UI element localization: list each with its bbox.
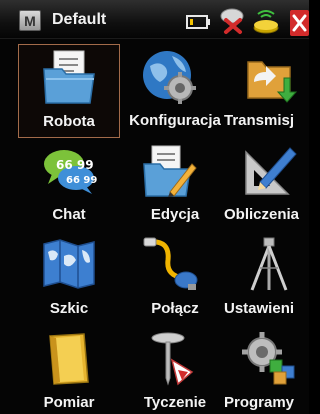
tile-edycja[interactable]: Edycja	[118, 138, 220, 232]
tile-label: Transmisj	[224, 112, 295, 129]
edit-icon	[143, 145, 197, 197]
close-button[interactable]	[290, 10, 309, 36]
tile-programy[interactable]: Programy	[218, 326, 309, 414]
tile-label: Tyczenie	[143, 394, 207, 411]
tile-label: Robota	[43, 113, 95, 130]
map-icon	[43, 239, 95, 289]
tile-robota[interactable]: Robota	[18, 44, 120, 138]
tripod-icon	[250, 237, 288, 291]
tile-label: Programy	[224, 394, 295, 411]
tile-transmisja[interactable]: Transmisj	[218, 44, 309, 138]
menu-button[interactable]: M	[19, 10, 41, 31]
satellite-status-icon[interactable]	[218, 6, 298, 36]
tile-label: Chat	[52, 206, 86, 223]
folder-icon	[43, 50, 95, 104]
no-satellite-icon	[220, 8, 244, 34]
tile-label: Połącz	[151, 300, 199, 317]
calculate-icon	[245, 147, 297, 195]
svg-text:66 99: 66 99	[56, 158, 94, 172]
chat-icon: 66 99 66 99	[44, 150, 97, 194]
job-title: Default	[52, 11, 107, 28]
tile-label: Pomiar	[43, 394, 95, 411]
svg-text:66 99: 66 99	[66, 175, 97, 186]
tile-label: Szkic	[49, 300, 89, 317]
tile-szkic[interactable]: Szkic	[18, 232, 120, 326]
connect-icon	[143, 237, 198, 290]
transfer-icon	[247, 61, 298, 103]
tile-pomiar[interactable]: Pomiar	[18, 326, 120, 414]
measure-icon	[49, 333, 89, 385]
menu-icon: M	[24, 12, 36, 29]
app-grid: Robota Konfiguracja Transmisj 66 99 66 9…	[0, 38, 309, 414]
tile-ustawienia[interactable]: Ustawieni	[218, 232, 309, 326]
tile-konfiguracja[interactable]: Konfiguracja	[118, 44, 221, 138]
tile-label: Ustawieni	[224, 300, 295, 317]
tile-polacz[interactable]: Połącz	[118, 232, 220, 326]
stakeout-icon	[151, 332, 194, 386]
battery-icon	[186, 15, 210, 29]
title-bar: M Default	[0, 0, 309, 39]
tile-label: Obliczenia	[224, 206, 300, 223]
programs-icon	[242, 332, 295, 385]
radio-icon	[253, 10, 279, 34]
app-screen: M Default Robota Konfiguracja Transmisj …	[0, 0, 309, 414]
tile-obliczenia[interactable]: Obliczenia	[218, 138, 309, 232]
tile-chat[interactable]: 66 99 66 99 Chat	[18, 138, 120, 232]
globe-gear-icon	[143, 51, 196, 104]
tile-tyczenie[interactable]: Tyczenie	[118, 326, 220, 414]
tile-label: Konfiguracja	[129, 112, 221, 129]
tile-label: Edycja	[150, 206, 200, 223]
